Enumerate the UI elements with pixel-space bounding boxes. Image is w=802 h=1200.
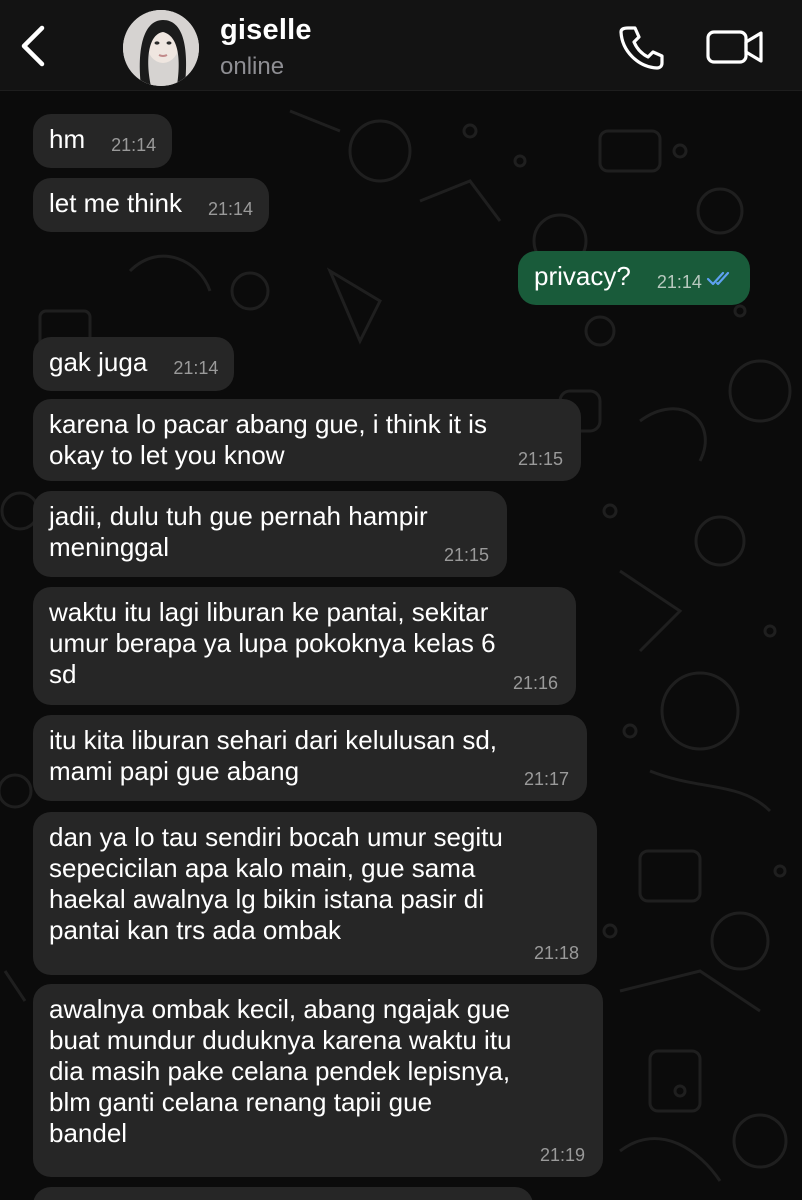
chevron-left-icon [21,25,45,67]
chat-area[interactable]: hm 21:14 let me think 21:14 privacy? 21:14 … [0,91,802,1200]
message-text: let me think [49,188,182,218]
message-time: 21:14 [173,358,219,378]
message-text: itu kita liburan sehari dari kelulusan s… [49,725,498,786]
message-text: jadii, dulu tuh gue pernah hampir mening… [49,501,428,562]
message-text: hm [49,124,86,154]
message-bubble-incoming[interactable]: hm 21:14 [33,114,173,168]
message-bubble-incoming[interactable]: gak juga 21:14 [33,337,235,391]
message-bubble-incoming-partial[interactable] [33,1187,533,1200]
message-bubble-incoming[interactable]: awalnya ombak kecil, abang ngajak gue bu… [33,984,603,1177]
video-camera-icon [706,30,763,64]
message-time: 21:17 [523,769,569,789]
chat-header: giselle online [0,0,802,91]
message-time: 21:19 [539,1145,585,1165]
message-bubble-incoming[interactable]: waktu itu lagi liburan ke pantai, sekita… [33,587,576,705]
message-time: 21:14 [656,272,702,292]
message-text: awalnya ombak kecil, abang ngajak gue bu… [49,994,512,1148]
message-time: 21:15 [517,449,563,469]
message-time: 21:18 [533,943,579,963]
message-bubble-incoming[interactable]: jadii, dulu tuh gue pernah hampir mening… [33,491,507,577]
message-time: 21:14 [111,135,157,155]
message-bubble-incoming[interactable]: karena lo pacar abang gue, i think it is… [33,399,581,481]
message-text: karena lo pacar abang gue, i think it is… [49,409,487,470]
message-time: 21:16 [512,673,558,693]
message-time: 21:15 [443,545,489,565]
double-check-read-icon [706,262,734,293]
message-bubble-outgoing[interactable]: privacy? 21:14 [518,251,750,305]
avatar-image [123,10,199,86]
voice-call-button[interactable] [616,22,666,70]
video-call-button[interactable] [704,24,766,70]
contact-name[interactable]: giselle [220,14,312,47]
message-text: dan ya lo tau sendiri bocah umur segitu … [49,822,503,945]
message-bubble-incoming[interactable]: dan ya lo tau sendiri bocah umur segitu … [33,812,597,975]
message-bubble-incoming[interactable]: let me think 21:14 [33,178,269,232]
message-text: privacy? [534,261,631,291]
avatar[interactable] [123,10,199,86]
back-button[interactable] [14,22,54,70]
message-time: 21:14 [207,199,253,219]
message-bubble-incoming[interactable]: itu kita liburan sehari dari kelulusan s… [33,715,587,801]
message-text: gak juga [49,347,148,377]
contact-status: online [220,53,285,80]
phone-icon [619,26,664,70]
message-text: waktu itu lagi liburan ke pantai, sekita… [49,597,496,689]
